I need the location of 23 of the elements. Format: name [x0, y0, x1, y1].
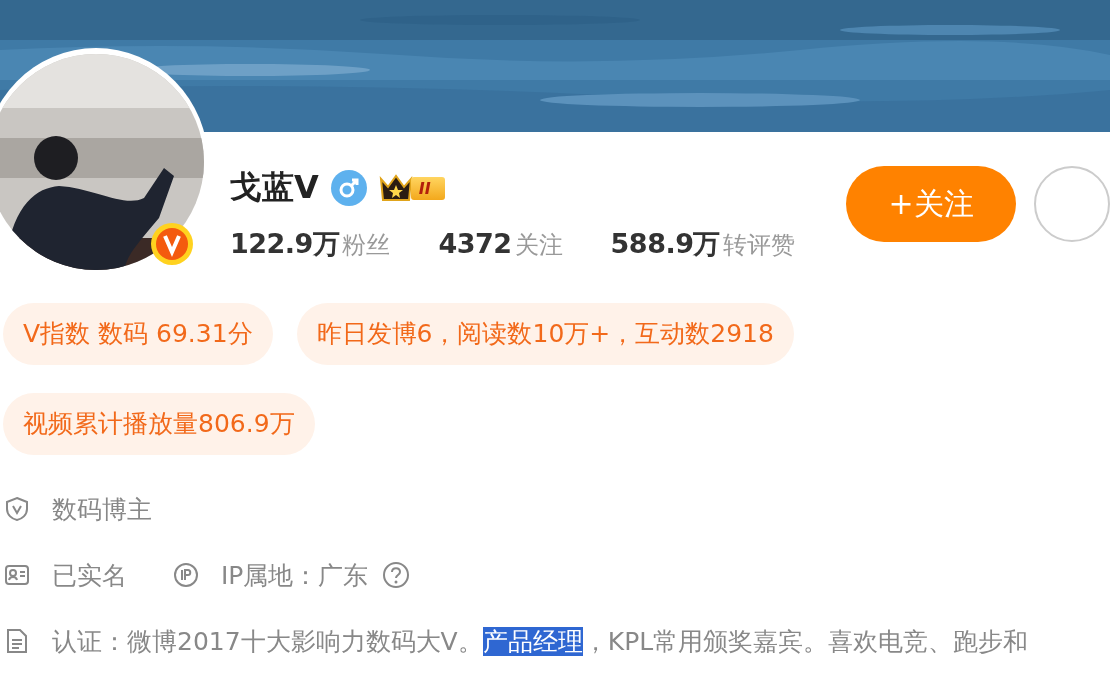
stat-label: 关注	[514, 230, 563, 261]
info-text: IP属地：广东	[221, 559, 369, 592]
help-icon[interactable]	[382, 561, 411, 589]
level-badge: II	[410, 176, 445, 200]
stat-value: 588.9万	[610, 227, 720, 261]
stat-tag: 昨日发博6，阅读数10万+，互动数2918	[296, 303, 794, 365]
stat-label: 转评赞	[722, 230, 795, 261]
stat-tag: V指数 数码 69.31分	[3, 303, 273, 365]
info-text: 已实名	[52, 559, 127, 592]
stat-value: 4372	[438, 228, 512, 259]
crown-icon	[378, 173, 413, 203]
user-name: 戈蓝V	[230, 167, 319, 208]
stat-tag: 视频累计播放量806.9万	[3, 393, 315, 455]
stat-value: 122.9万	[230, 227, 340, 261]
follow-button[interactable]: +关注	[846, 166, 1016, 242]
stat-label: 粉丝	[342, 230, 391, 261]
info-text: 数码博主	[52, 493, 152, 526]
document-icon	[4, 628, 30, 654]
verification-text: 认证：微博2017十大影响力数码大V。产品经理，KPL常用颁奖嘉宾。喜欢电竞、跑步和	[52, 625, 1029, 658]
id-card-icon	[4, 562, 30, 588]
male-icon	[330, 170, 367, 206]
shield-icon	[4, 496, 30, 522]
ip-icon	[173, 562, 199, 588]
